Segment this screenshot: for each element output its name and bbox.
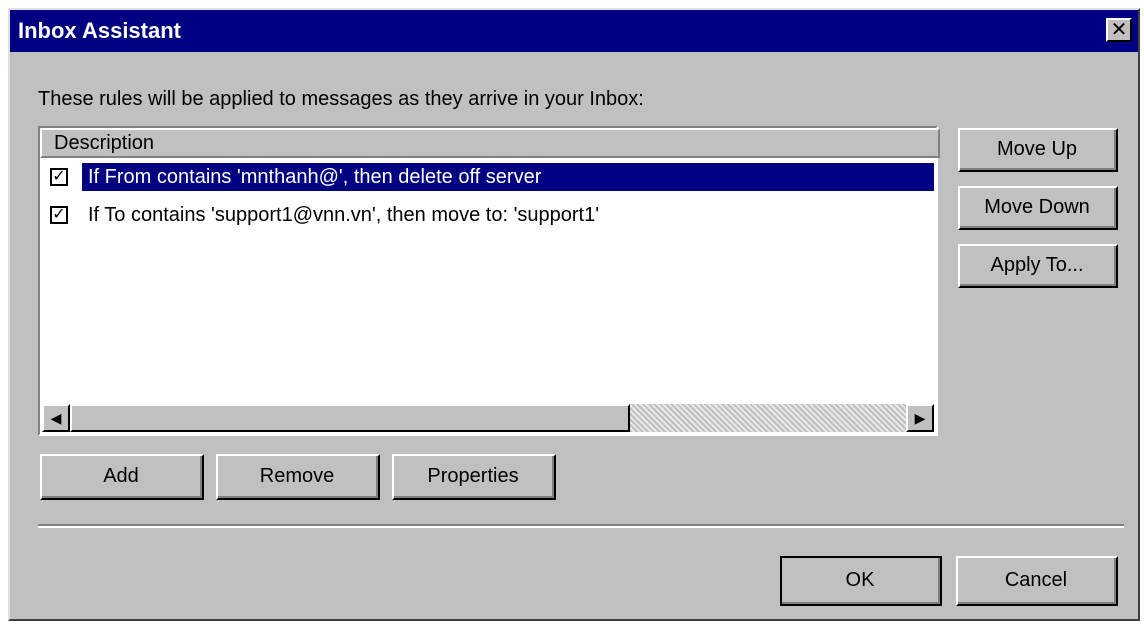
rule-text: If To contains 'support1@vnn.vn', then m… [88,204,600,226]
remove-label: Remove [218,456,378,498]
checkmark-icon: ✓ [52,206,66,223]
window-title: Inbox Assistant [18,18,181,43]
scroll-left-button[interactable]: ◀ [42,404,70,432]
remove-button[interactable]: Remove [216,454,380,500]
move-down-button[interactable]: Move Down [958,186,1118,230]
close-icon: ✕ [1110,19,1128,41]
column-header-description[interactable]: Description [40,128,940,158]
move-up-button[interactable]: Move Up [958,128,1118,172]
close-button[interactable]: ✕ [1106,18,1132,42]
rule-checkbox[interactable]: ✓ [50,206,68,224]
cancel-button[interactable]: Cancel [956,556,1118,606]
add-label: Add [42,456,202,498]
scroll-right-button[interactable]: ▶ [906,404,934,432]
checkmark-icon: ✓ [52,168,66,185]
add-button[interactable]: Add [40,454,204,500]
scrollbar-thumb[interactable] [70,404,630,432]
properties-button[interactable]: Properties [392,454,556,500]
separator [38,524,1124,528]
ok-label: OK [782,558,940,604]
apply-to-button[interactable]: Apply To... [958,244,1118,288]
list-item[interactable]: ✓ If To contains 'support1@vnn.vn', then… [44,198,934,232]
move-down-label: Move Down [960,188,1116,228]
rule-text: If From contains 'mnthanh@', then delete… [82,163,934,191]
rule-checkbox[interactable]: ✓ [50,168,68,186]
cancel-label: Cancel [958,558,1116,604]
apply-to-label: Apply To... [960,246,1116,286]
arrow-right-icon: ▶ [914,410,926,426]
rules-listbox[interactable]: Description ✓ If From contains 'mnthanh@… [38,126,940,436]
inbox-assistant-dialog: Inbox Assistant ✕ These rules will be ap… [8,8,1140,621]
arrow-left-icon: ◀ [50,410,62,426]
ok-button[interactable]: OK [780,556,942,606]
horizontal-scrollbar[interactable]: ◀ ▶ [42,404,934,432]
move-up-label: Move Up [960,130,1116,170]
properties-label: Properties [394,456,554,498]
title-bar[interactable]: Inbox Assistant ✕ [10,10,1138,52]
list-item[interactable]: ✓ If From contains 'mnthanh@', then dele… [44,160,934,194]
intro-text: These rules will be applied to messages … [38,88,644,110]
